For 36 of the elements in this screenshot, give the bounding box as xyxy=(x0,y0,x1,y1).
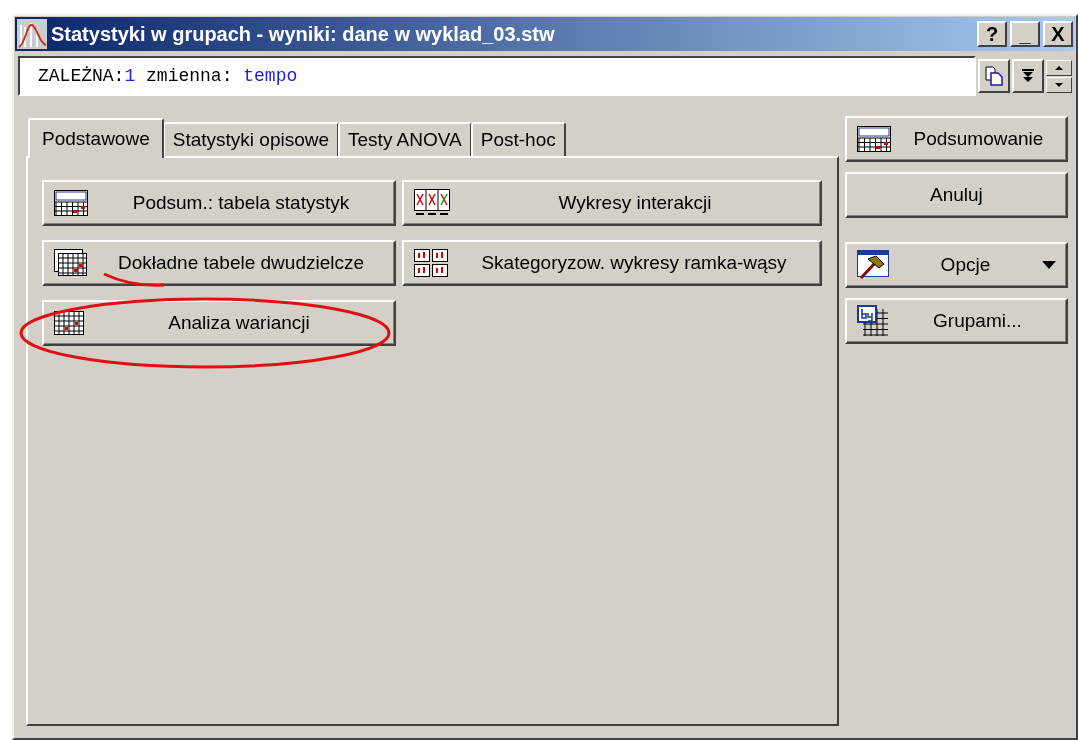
window-title: Statystyki w grupach - wyniki: dane w wyklad_03.stw xyxy=(51,22,556,46)
spin-down-button[interactable] xyxy=(1046,76,1072,93)
action-button[interactable]: Anuluj xyxy=(844,172,1068,218)
table-icon xyxy=(54,249,88,277)
action-button[interactable]: Skategoryzow. wykresy ramka-wąsy xyxy=(402,240,822,286)
table-icon xyxy=(856,126,891,152)
grouping-icon xyxy=(856,305,889,337)
app-icon xyxy=(17,19,47,49)
chart-icon xyxy=(414,189,450,217)
annotation-stroke xyxy=(102,271,166,289)
tab[interactable]: Statystyki opisowe xyxy=(162,122,340,156)
action-button[interactable]: Podsum.: tabela statystyk xyxy=(42,180,396,226)
tab[interactable]: Podstawowe xyxy=(28,118,164,158)
tab[interactable]: Testy ANOVA xyxy=(338,122,472,156)
action-button[interactable]: Analiza wariancji xyxy=(42,300,396,346)
copy-icon xyxy=(985,66,1003,86)
variables-field[interactable]: ZALEŻNA:1 zmienna: tempo xyxy=(18,56,976,96)
boxplot-icon xyxy=(414,249,448,277)
copy-button[interactable] xyxy=(978,59,1010,93)
spin-up-button[interactable] xyxy=(1046,59,1072,76)
up-arrow-icon xyxy=(1055,65,1063,70)
action-button[interactable]: Opcje xyxy=(844,242,1068,288)
hammer-icon xyxy=(856,250,889,280)
action-button[interactable]: Grupami... xyxy=(844,298,1068,344)
table-icon xyxy=(54,190,88,216)
tab[interactable]: Post-hoc xyxy=(470,122,566,156)
close-button[interactable]: X xyxy=(1043,21,1073,47)
action-button[interactable]: Wykresy interakcji xyxy=(402,180,822,226)
down-arrow-icon xyxy=(1055,82,1063,87)
double-arrow-icon xyxy=(1022,69,1034,83)
action-button[interactable]: Dokładne tabele dwudzielcze xyxy=(42,240,396,286)
expand-button[interactable] xyxy=(1012,59,1044,93)
action-button[interactable]: Podsumowanie xyxy=(844,116,1068,162)
table-icon xyxy=(54,311,84,335)
help-button[interactable]: ? xyxy=(977,21,1007,47)
minimize-button[interactable]: _ xyxy=(1010,21,1040,47)
